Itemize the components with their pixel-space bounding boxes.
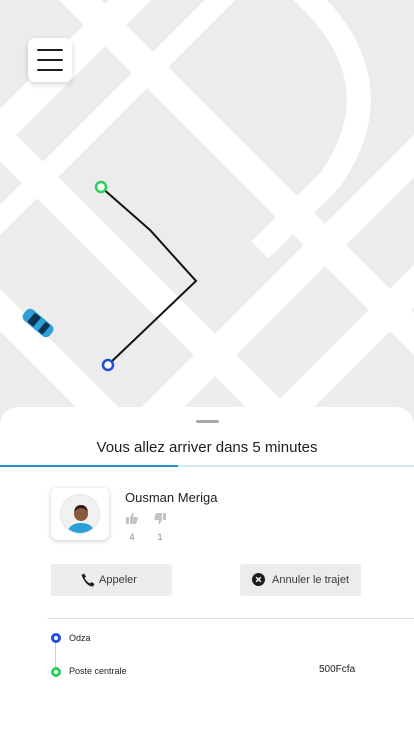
thumbs-down-icon [154, 513, 166, 524]
destination-dot [51, 667, 61, 677]
trip-price: 500Fcfa [319, 664, 356, 675]
like-count: 4 [129, 532, 135, 542]
origin-dot [51, 633, 61, 643]
driver-name: Ousman Meriga [125, 490, 218, 505]
driver-avatar-card [51, 488, 109, 540]
eta-title: Vous allez arriver dans 5 minutes [96, 439, 318, 456]
avatar [60, 494, 100, 534]
origin-label: Odza [69, 633, 91, 643]
sheet-drag-handle[interactable] [196, 420, 219, 423]
dropoff-marker[interactable] [101, 358, 115, 372]
dislike-button[interactable]: 1 [152, 511, 168, 542]
cancel-trip-button[interactable]: Annuler le trajet [240, 564, 361, 596]
driver-avatar-icon [67, 505, 95, 533]
thumbs-up-icon [126, 513, 138, 524]
dislike-count: 1 [157, 532, 163, 542]
eta-progress-fill [0, 465, 179, 467]
like-button[interactable]: 4 [124, 511, 140, 542]
section-divider [47, 618, 414, 619]
trip-bottom-sheet[interactable]: Vous allez arriver dans 5 minutes Ousman… [0, 407, 414, 736]
pickup-marker[interactable] [94, 180, 108, 194]
route-connector [55, 639, 56, 669]
destination-label: Poste centrale [69, 666, 127, 676]
phone-icon [81, 573, 95, 587]
call-button-label: Appeler [99, 574, 137, 586]
cancel-trip-label: Annuler le trajet [272, 574, 350, 586]
hamburger-menu-icon [37, 49, 63, 51]
call-button[interactable]: Appeler [51, 564, 172, 596]
eta-progress-bar [0, 465, 414, 467]
close-circle-icon [252, 573, 265, 586]
map-view[interactable] [0, 0, 414, 430]
menu-button[interactable] [28, 38, 72, 82]
